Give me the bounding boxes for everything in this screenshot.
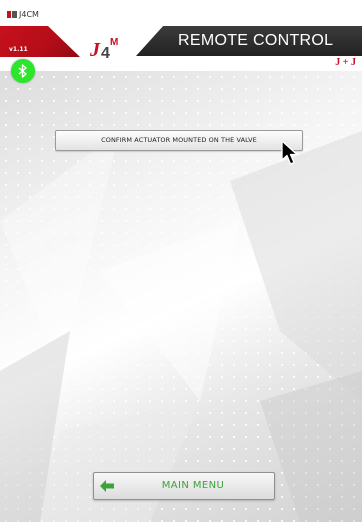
mouse-cursor-icon — [281, 140, 298, 165]
title-bar: J4CM — [0, 0, 362, 27]
version-label: v1.11 — [9, 46, 28, 53]
j4m-logo-icon: J 4 M — [89, 37, 118, 60]
app-header: v1.11 J 4 M REMOTE CONTROL J + J — [0, 26, 362, 71]
bluetooth-status-indicator — [11, 59, 35, 83]
svg-text:M: M — [110, 37, 118, 48]
app-window: J4CM v1.11 J 4 M REMOTE CONTROL J + J CO — [0, 0, 362, 522]
partner-logo: J + J — [335, 57, 356, 68]
main-menu-label: MAIN MENU — [161, 480, 225, 491]
bluetooth-icon — [18, 64, 27, 78]
app-logo-icon — [7, 11, 17, 18]
page-title: REMOTE CONTROL — [178, 32, 334, 49]
svg-text:J: J — [89, 39, 101, 60]
svg-text:4: 4 — [101, 45, 110, 60]
confirm-actuator-mounted-button[interactable]: CONFIRM ACTUATOR MOUNTED ON THE VALVE — [55, 130, 303, 151]
main-menu-button[interactable]: MAIN MENU — [93, 472, 275, 500]
window-title: J4CM — [19, 10, 39, 19]
